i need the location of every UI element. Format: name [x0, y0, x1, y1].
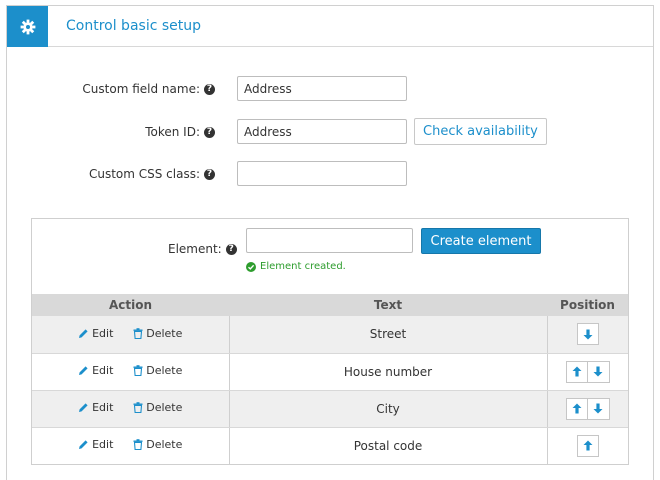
pencil-icon: [79, 440, 88, 450]
pencil-icon: [79, 329, 88, 338]
action-cell: Edit Delete: [32, 353, 230, 391]
create-element-button[interactable]: Create element: [421, 228, 541, 254]
gear-icon: [7, 6, 48, 47]
help-icon[interactable]: ?: [204, 126, 215, 138]
position-cell: [547, 390, 628, 428]
pencil-icon: [79, 403, 88, 412]
trash-icon: [133, 439, 143, 451]
position-cell: [547, 427, 628, 464]
panel-header: Control basic setup: [7, 6, 653, 47]
move-down-button[interactable]: [576, 323, 599, 346]
custom-field-name-row: Custom field name: ?: [7, 76, 655, 102]
custom-field-name-label: Custom field name: ?: [82, 82, 215, 96]
arrow-down-icon: [593, 366, 603, 377]
element-label: Element: ?: [168, 242, 237, 256]
action-cell: Edit Delete: [32, 427, 230, 464]
table-row: Edit Delete Postal code: [32, 427, 628, 464]
delete-button[interactable]: Delete: [133, 401, 182, 414]
edit-button[interactable]: Edit: [78, 438, 113, 451]
arrow-up-icon: [572, 366, 582, 377]
token-id-label: Token ID: ?: [145, 125, 215, 139]
header-text: Text: [229, 294, 547, 316]
position-cell: [547, 316, 628, 354]
table-row: Edit Delete Street: [32, 316, 628, 354]
table-row: Edit Delete House number: [32, 353, 628, 391]
text-cell: Street: [229, 316, 548, 354]
help-icon[interactable]: ?: [204, 83, 215, 95]
custom-field-name-input[interactable]: [237, 76, 407, 101]
move-down-button[interactable]: [587, 360, 610, 383]
token-id-input[interactable]: [237, 119, 407, 144]
edit-button[interactable]: Edit: [78, 401, 113, 414]
custom-css-class-input[interactable]: [237, 161, 407, 186]
help-icon[interactable]: ?: [204, 168, 215, 180]
move-down-button[interactable]: [587, 397, 610, 420]
help-icon[interactable]: ?: [225, 243, 237, 255]
text-cell: House number: [229, 353, 548, 391]
elements-table: Action Text Position Edit Delete Street …: [32, 294, 628, 464]
text-cell: Postal code: [229, 427, 548, 464]
arrow-up-icon: [572, 403, 582, 414]
arrow-down-icon: [583, 329, 593, 340]
move-up-button[interactable]: [565, 360, 588, 383]
check-circle-icon: [246, 261, 256, 272]
move-up-button[interactable]: [565, 397, 588, 420]
action-cell: Edit Delete: [32, 316, 230, 354]
custom-css-class-label: Custom CSS class: ?: [89, 167, 215, 181]
element-input[interactable]: [246, 228, 413, 253]
element-box: Element: ? Create element Element create…: [31, 218, 629, 465]
page-title: Control basic setup: [66, 18, 202, 34]
header-action: Action: [32, 294, 229, 316]
success-message: Element created.: [246, 261, 346, 272]
position-button-group: [565, 397, 610, 420]
trash-icon: [133, 327, 143, 339]
control-setup-panel: Control basic setup Custom field name: ?…: [6, 5, 654, 480]
arrow-up-icon: [583, 440, 593, 451]
move-up-button[interactable]: [576, 434, 599, 457]
pencil-icon: [79, 366, 88, 375]
trash-icon: [133, 365, 143, 376]
edit-button[interactable]: Edit: [78, 327, 113, 340]
text-cell: City: [229, 390, 548, 428]
position-cell: [547, 353, 628, 391]
edit-button[interactable]: Edit: [78, 364, 113, 377]
check-availability-button[interactable]: Check availability: [414, 118, 547, 145]
delete-button[interactable]: Delete: [133, 327, 182, 340]
table-row: Edit Delete City: [32, 390, 628, 428]
position-button-group: [565, 360, 610, 383]
token-id-row: Token ID: ? Check availability: [7, 118, 655, 145]
arrow-down-icon: [593, 403, 603, 414]
custom-css-class-row: Custom CSS class: ?: [7, 161, 655, 187]
action-cell: Edit Delete: [32, 390, 230, 428]
delete-button[interactable]: Delete: [133, 438, 182, 451]
trash-icon: [133, 402, 143, 413]
header-position: Position: [547, 294, 628, 316]
delete-button[interactable]: Delete: [133, 364, 182, 377]
table-header-row: Action Text Position: [32, 294, 628, 316]
